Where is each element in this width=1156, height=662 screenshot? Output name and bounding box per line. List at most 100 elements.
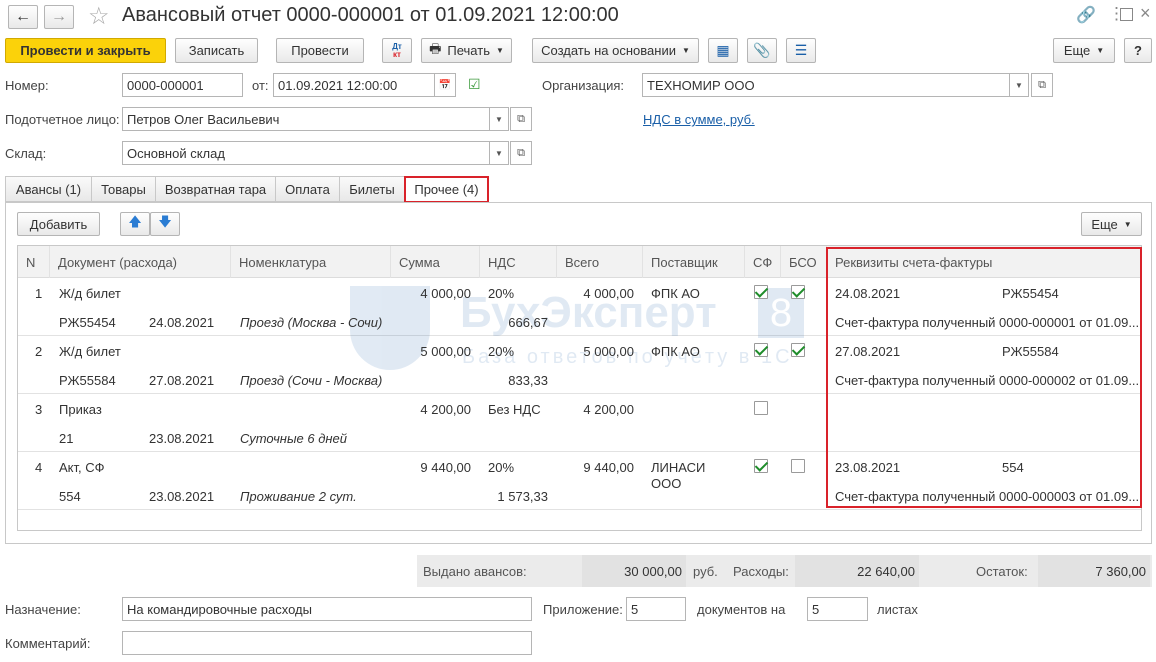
attachment-label: Приложение: — [543, 602, 623, 617]
vat-amount-link[interactable]: НДС в сумме, руб. — [643, 112, 755, 127]
row-vat-rate: 20% — [488, 344, 515, 359]
tab-other[interactable]: Прочее (4) — [404, 176, 489, 203]
header-supplier[interactable]: Поставщик — [643, 246, 745, 278]
add-button[interactable]: Добавить — [17, 212, 100, 236]
tab-advances[interactable]: Авансы (1) — [5, 176, 92, 202]
header-invoice-details[interactable]: Реквизиты счета-фактуры — [827, 246, 1141, 278]
header-vat[interactable]: НДС — [480, 246, 557, 278]
header-total[interactable]: Всего — [557, 246, 643, 278]
row-doc-number: РЖ55584 — [59, 373, 116, 388]
row-nomenclature: Суточные 6 дней — [240, 431, 348, 446]
table-more-button[interactable]: Еще ▼ — [1081, 212, 1142, 236]
dt-kt-button[interactable]: Дт кт — [382, 38, 412, 63]
bso-checkbox[interactable] — [791, 285, 805, 299]
header-sf[interactable]: СФ — [745, 246, 781, 278]
post-button[interactable]: Провести — [276, 38, 364, 63]
advances-label: Выдано авансов: — [423, 563, 527, 579]
purpose-field[interactable]: На командировочные расходы — [122, 597, 532, 621]
row-total: 9 440,00 — [583, 460, 634, 475]
toolbar-more-button[interactable]: Еще ▼ — [1053, 38, 1115, 63]
row-vat-rate: 20% — [488, 460, 515, 475]
row-vat-rate: 20% — [488, 286, 515, 301]
header-document[interactable]: Документ (расхода) — [50, 246, 231, 278]
move-up-button[interactable]: 🡅 — [120, 212, 150, 236]
comment-field[interactable] — [122, 631, 532, 655]
warehouse-dropdown[interactable]: ▼ — [489, 141, 509, 165]
row-doc-date: 24.08.2021 — [149, 315, 215, 330]
person-open-icon[interactable]: ⧉ — [510, 107, 532, 131]
header-n[interactable]: N — [18, 246, 50, 278]
print-button[interactable]: 🖶 Печать ▼ — [421, 38, 512, 63]
date-field[interactable]: 01.09.2021 12:00:00 — [273, 73, 435, 97]
structure-icon[interactable]: ▦ — [708, 38, 738, 63]
maximize-icon[interactable] — [1120, 8, 1133, 21]
row-number: 2 — [35, 344, 43, 359]
row-separator — [18, 509, 1141, 510]
row-nomenclature: Проживание 2 сут. — [240, 489, 357, 504]
sf-checkbox[interactable] — [754, 459, 768, 473]
row-number: 1 — [35, 286, 43, 301]
organization-field[interactable]: ТЕХНОМИР ООО — [642, 73, 1010, 97]
forward-button[interactable]: → — [44, 5, 74, 29]
bso-checkbox[interactable] — [791, 459, 805, 473]
help-button[interactable]: ? — [1124, 38, 1152, 63]
header-bso[interactable]: БСО — [781, 246, 827, 278]
post-and-close-button[interactable]: Провести и закрыть — [5, 38, 166, 63]
warehouse-label: Склад: — [5, 146, 47, 161]
sf-checkbox[interactable] — [754, 343, 768, 357]
row-total: 4 000,00 — [583, 286, 634, 301]
organization-open-icon[interactable]: ⧉ — [1031, 73, 1053, 97]
row-invoice-date: 24.08.2021 — [835, 286, 901, 301]
date-from-label: от: — [252, 78, 269, 93]
sf-checkbox[interactable] — [754, 285, 768, 299]
attachment-icon[interactable]: 📎 — [747, 38, 777, 63]
more-label: Еще — [1063, 43, 1091, 58]
link-icon[interactable]: 🔗 — [1076, 5, 1096, 25]
person-field[interactable]: Петров Олег Васильевич — [122, 107, 490, 131]
tab-tickets[interactable]: Билеты — [339, 176, 405, 202]
warehouse-open-icon[interactable]: ⧉ — [510, 141, 532, 165]
sf-checkbox[interactable] — [754, 401, 768, 415]
attachment-field[interactable]: 5 — [626, 597, 686, 621]
printer-icon: 🖶 — [429, 40, 442, 56]
docs-on-label: документов на — [697, 602, 786, 617]
row-doc-number: 554 — [59, 489, 81, 504]
calendar-icon[interactable]: 📅 — [434, 73, 456, 97]
row-document: Приказ — [59, 402, 102, 417]
header-sum[interactable]: Сумма — [391, 246, 480, 278]
create-based-on-button[interactable]: Создать на основании ▼ — [532, 38, 699, 63]
row-supplier: ЛИНАСИ — [651, 460, 706, 475]
row-invoice-date: 23.08.2021 — [835, 460, 901, 475]
bso-checkbox[interactable] — [791, 343, 805, 357]
header-nomenclature[interactable]: Номенклатура — [231, 246, 391, 278]
favorite-star-icon[interactable]: ☆ — [88, 2, 110, 31]
back-button[interactable]: ← — [8, 5, 38, 29]
number-field[interactable]: 0000-000001 — [122, 73, 243, 97]
row-invoice-number: РЖ55454 — [1002, 286, 1059, 301]
advances-value: 30 000,00 — [582, 555, 686, 587]
row-document: Акт, СФ — [59, 460, 105, 475]
organization-dropdown[interactable]: ▼ — [1009, 73, 1029, 97]
balance-label: Остаток: — [976, 563, 1028, 579]
posted-status-icon: ☑ — [468, 76, 481, 92]
row-number: 4 — [35, 460, 43, 475]
window-title: Авансовый отчет 0000-000001 от 01.09.202… — [122, 4, 619, 26]
tab-returnable-packaging[interactable]: Возвратная тара — [155, 176, 276, 202]
currency-label: руб. — [693, 563, 718, 579]
expenses-value: 22 640,00 — [795, 555, 919, 587]
row-number: 3 — [35, 402, 43, 417]
list-report-icon[interactable]: ☰ — [786, 38, 816, 63]
tab-payment[interactable]: Оплата — [275, 176, 340, 202]
tab-goods[interactable]: Товары — [91, 176, 156, 202]
row-supplier: ФПК АО — [651, 286, 700, 301]
person-dropdown[interactable]: ▼ — [489, 107, 509, 131]
row-doc-number: РЖ55454 — [59, 315, 116, 330]
row-invoice-date: 27.08.2021 — [835, 344, 901, 359]
warehouse-field[interactable]: Основной склад — [122, 141, 490, 165]
balance-value: 7 360,00 — [1038, 555, 1150, 587]
save-button[interactable]: Записать — [175, 38, 258, 63]
close-icon[interactable]: × — [1140, 3, 1151, 24]
move-down-button[interactable]: 🡇 — [150, 212, 180, 236]
sheets-field[interactable]: 5 — [807, 597, 868, 621]
row-invoice-number: РЖ55584 — [1002, 344, 1059, 359]
